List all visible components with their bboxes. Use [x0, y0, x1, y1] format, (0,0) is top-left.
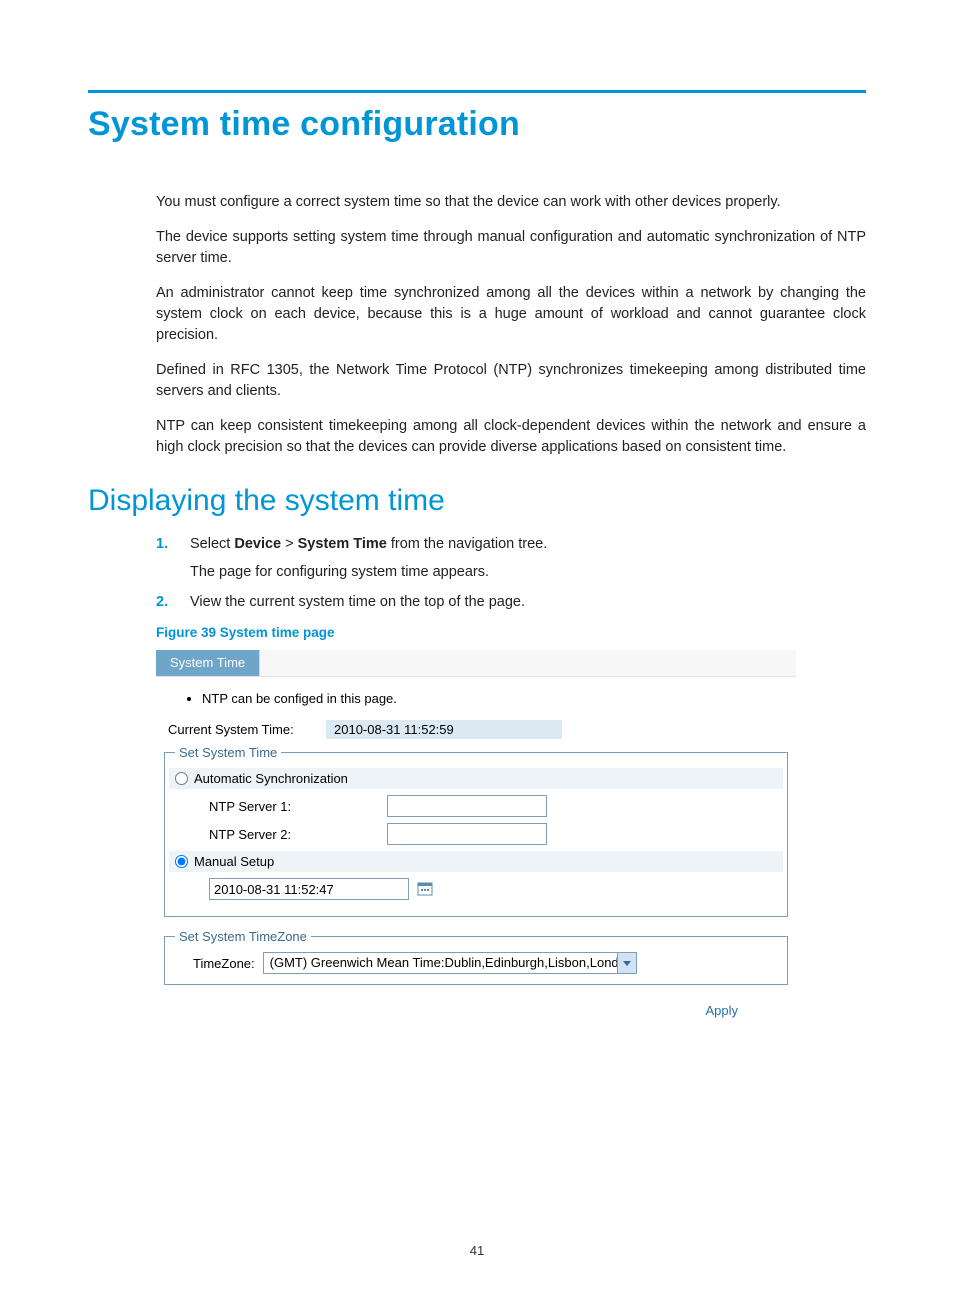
step-1-text-pre: Select: [190, 536, 234, 552]
ntp-config-note: NTP can be configed in this page.: [202, 691, 788, 706]
chevron-down-icon[interactable]: [617, 953, 636, 973]
step-1-gt: >: [281, 536, 298, 552]
intro-paragraph-4: Defined in RFC 1305, the Network Time Pr…: [156, 360, 866, 402]
set-timezone-fieldset: Set System TimeZone TimeZone: (GMT) Gree…: [164, 929, 788, 985]
timezone-value: (GMT) Greenwich Mean Time:Dublin,Edinbur…: [264, 953, 617, 973]
system-time-screenshot: System Time NTP can be configed in this …: [156, 650, 796, 1022]
manual-setup-label: Manual Setup: [194, 854, 274, 869]
step-1-bold-systemtime: System Time: [298, 536, 387, 552]
intro-paragraph-1: You must configure a correct system time…: [156, 192, 866, 213]
set-timezone-legend: Set System TimeZone: [175, 929, 311, 944]
calendar-icon[interactable]: [417, 881, 433, 897]
manual-setup-radio[interactable]: [175, 855, 188, 868]
set-system-time-legend: Set System Time: [175, 745, 281, 760]
tab-bar: System Time: [156, 650, 796, 677]
manual-setup-row[interactable]: Manual Setup: [169, 851, 783, 872]
current-time-label: Current System Time:: [168, 722, 326, 737]
tab-system-time[interactable]: System Time: [156, 650, 260, 676]
manual-datetime-input[interactable]: [209, 878, 409, 900]
ntp-server-2-input[interactable]: [387, 823, 547, 845]
ntp-server-1-label: NTP Server 1:: [209, 799, 379, 814]
step-1: Select Device > System Time from the nav…: [156, 534, 866, 584]
auto-sync-label: Automatic Synchronization: [194, 771, 348, 786]
timezone-select[interactable]: (GMT) Greenwich Mean Time:Dublin,Edinbur…: [263, 952, 637, 974]
ntp-server-2-label: NTP Server 2:: [209, 827, 379, 842]
auto-sync-row[interactable]: Automatic Synchronization: [169, 768, 783, 789]
apply-button[interactable]: Apply: [164, 997, 788, 1022]
intro-paragraph-3: An administrator cannot keep time synchr…: [156, 283, 866, 346]
section-heading-displaying: Displaying the system time: [88, 484, 866, 518]
step-1-sub: The page for configuring system time app…: [190, 562, 866, 584]
step-1-bold-device: Device: [234, 536, 281, 552]
auto-sync-radio[interactable]: [175, 772, 188, 785]
ntp-server-1-input[interactable]: [387, 795, 547, 817]
current-time-value: 2010-08-31 11:52:59: [326, 720, 562, 739]
top-rule: [88, 90, 866, 93]
timezone-label: TimeZone:: [193, 956, 255, 971]
page-number: 41: [0, 1243, 954, 1258]
step-1-text-post: from the navigation tree.: [387, 536, 547, 552]
intro-paragraph-5: NTP can keep consistent timekeeping amon…: [156, 416, 866, 458]
intro-paragraph-2: The device supports setting system time …: [156, 227, 866, 269]
figure-caption: Figure 39 System time page: [156, 625, 866, 640]
page-title: System time configuration: [88, 105, 866, 144]
step-2: View the current system time on the top …: [156, 592, 866, 614]
set-system-time-fieldset: Set System Time Automatic Synchronizatio…: [164, 745, 788, 917]
